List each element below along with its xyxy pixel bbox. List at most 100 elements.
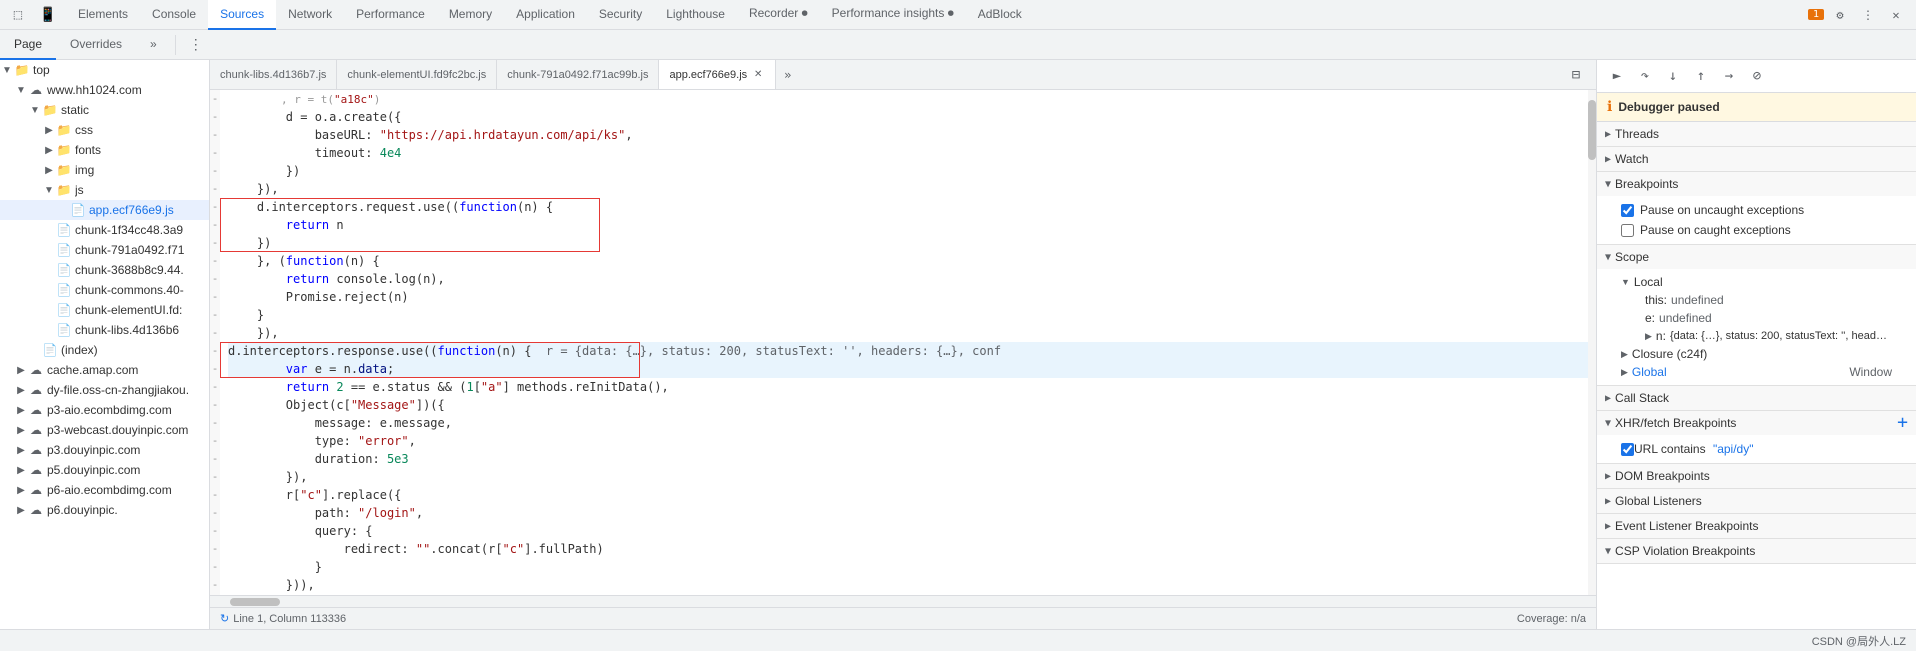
tree-item-img[interactable]: ▶ 📁 img [0,160,209,180]
sub-tab-overrides[interactable]: Overrides [56,30,136,60]
tree-item-www[interactable]: ▼ ☁ www.hh1024.com [0,80,209,100]
hscroll-bar[interactable] [210,595,1596,607]
tree-item-chunk3[interactable]: 📄 chunk-3688b8c9.44. [0,260,209,280]
more-icon[interactable]: ⋮ [1856,3,1880,27]
source-tab-elementui[interactable]: chunk-elementUI.fd9fc2bc.js [337,60,497,90]
scope-n-row[interactable]: ▶ n: {data: {…}, status: 200, statusText… [1637,327,1900,345]
tree-item-index[interactable]: 📄 (index) [0,340,209,360]
event-listener-header[interactable]: ▶ Event Listener Breakpoints [1597,514,1916,538]
pause-caught-checkbox[interactable] [1621,224,1634,237]
source-tab-app[interactable]: app.ecf766e9.js ✕ [659,60,776,90]
more-options-btn[interactable]: ⋮ [184,33,208,57]
xhr-item-row[interactable]: URL contains "api/dy" [1613,439,1900,459]
sub-tab-more[interactable]: » [136,30,171,60]
call-stack-header[interactable]: ▶ Call Stack [1597,386,1916,410]
tab-network[interactable]: Network [276,0,344,30]
tree-label-p6aio: p6-aio.ecombdimg.com [47,483,172,497]
tree-item-chunk6[interactable]: 📄 chunk-libs.4d136b6 [0,320,209,340]
tree-item-p3web[interactable]: ▶ ☁ p3-webcast.douyinpic.com [0,420,209,440]
tree-item-fonts[interactable]: ▶ 📁 fonts [0,140,209,160]
source-tab-close-app[interactable]: ✕ [751,68,765,82]
breakpoints-header[interactable]: ▼ Breakpoints [1597,172,1916,196]
step-into-btn[interactable]: ↓ [1661,64,1685,88]
tab-performance[interactable]: Performance [344,0,437,30]
code-line-17: return 2 == e.status && (1["a"] methods.… [228,378,1588,396]
pause-caught-row[interactable]: Pause on caught exceptions [1613,220,1900,240]
csp-violation-header[interactable]: ▼ CSP Violation Breakpoints [1597,539,1916,563]
threads-header[interactable]: ▶ Threads [1597,122,1916,146]
close-icon[interactable]: ✕ [1884,3,1908,27]
step-btn[interactable]: → [1717,64,1741,88]
breakpoints-section: ▼ Breakpoints Pause on uncaught exceptio… [1597,172,1916,245]
tree-item-p6aio[interactable]: ▶ ☁ p6-aio.ecombdimg.com [0,480,209,500]
tree-item-amap[interactable]: ▶ ☁ cache.amap.com [0,360,209,380]
sub-tab-page[interactable]: Page [0,30,56,60]
source-tab-libs[interactable]: chunk-libs.4d136b7.js [210,60,337,90]
local-scope-header[interactable]: ▼ Local [1613,273,1900,291]
code-line-11: return console.log(n), [228,270,1588,288]
xhr-url-checkbox[interactable] [1621,443,1634,456]
global-listeners-header[interactable]: ▶ Global Listeners [1597,489,1916,513]
code-content[interactable]: , r = t("a18c") d = o.a.create({ baseURL… [220,90,1596,595]
tree-item-p3aio[interactable]: ▶ ☁ p3-aio.ecombdimg.com [0,400,209,420]
tree-label-chunk5: chunk-elementUI.fd: [75,303,182,317]
code-line-24: path: "/login", [228,504,1588,522]
scope-n-val: {data: {…}, status: 200, statusText: '',… [1670,330,1892,342]
debugger-toolbar: ► ↷ ↓ ↑ → ⊘ [1597,60,1916,93]
tab-memory[interactable]: Memory [437,0,504,30]
code-editor[interactable]: - - - - - - - - - - - - - - - - - [210,90,1596,595]
xhr-add-btn[interactable]: + [1897,414,1908,432]
xhr-breakpoints-header[interactable]: ▼ XHR/fetch Breakpoints + [1597,411,1916,435]
hscroll-thumb[interactable] [230,598,280,606]
tree-item-dy[interactable]: ▶ ☁ dy-file.oss-cn-zhangjiakou. [0,380,209,400]
global-scope-header[interactable]: ▶ Global Window [1613,363,1900,381]
step-out-btn[interactable]: ↑ [1689,64,1713,88]
vscroll-thumb[interactable] [1588,100,1596,160]
tab-application[interactable]: Application [504,0,587,30]
tree-item-css[interactable]: ▶ 📁 css [0,120,209,140]
tree-item-chunk2[interactable]: 📄 chunk-791a0492.f71 [0,240,209,260]
tab-console[interactable]: Console [140,0,208,30]
threads-label: Threads [1615,127,1659,141]
tree-item-p6dou[interactable]: ▶ ☁ p6.douyinpic. [0,500,209,520]
scope-header[interactable]: ▼ Scope [1597,245,1916,269]
tab-perf-insights[interactable]: Performance insights ⏺ [820,0,966,30]
pause-caught-label: Pause on caught exceptions [1640,223,1791,237]
tab-lighthouse[interactable]: Lighthouse [654,0,737,30]
tab-recorder[interactable]: Recorder ⏺ [737,0,820,30]
tab-adblock[interactable]: AdBlock [966,0,1034,30]
call-stack-section: ▶ Call Stack [1597,386,1916,411]
split-editor-btn[interactable]: ⊟ [1564,63,1588,87]
tree-item-p3dou[interactable]: ▶ ☁ p3.douyinpic.com [0,440,209,460]
deactivate-btn[interactable]: ⊘ [1745,64,1769,88]
inspect-icon[interactable]: ⬚ [4,1,32,29]
source-tab-app-label: app.ecf766e9.js [669,69,747,81]
settings-icon[interactable]: ⚙ [1828,3,1852,27]
vscroll-track[interactable] [1588,90,1596,595]
tree-item-js[interactable]: ▼ 📁 js [0,180,209,200]
tab-security[interactable]: Security [587,0,654,30]
tab-elements[interactable]: Elements [66,0,140,30]
tree-item-chunk4[interactable]: 📄 chunk-commons.40- [0,280,209,300]
step-over-btn[interactable]: ↷ [1633,64,1657,88]
device-icon[interactable]: 📱 [34,1,62,29]
tree-item-p5dou[interactable]: ▶ ☁ p5.douyinpic.com [0,460,209,480]
tree-item-chunk5[interactable]: 📄 chunk-elementUI.fd: [0,300,209,320]
tree-label-fonts: fonts [75,143,101,157]
watch-header[interactable]: ▶ Watch [1597,147,1916,171]
tree-label-p3aio: p3-aio.ecombdimg.com [47,403,172,417]
global-scope-arrow: ▶ [1621,367,1628,378]
tree-item-top[interactable]: ▼ 📁 top [0,60,209,80]
tree-item-app-js[interactable]: 📄 app.ecf766e9.js [0,200,209,220]
source-tab-791[interactable]: chunk-791a0492.f71ac99b.js [497,60,659,90]
source-tab-more[interactable]: » [776,60,799,90]
scope-content: ▼ Local this: undefined e: undefined ▶ n… [1597,269,1916,385]
tree-item-chunk1[interactable]: 📄 chunk-1f34cc48.3a9 [0,220,209,240]
dom-breakpoints-header[interactable]: ▶ DOM Breakpoints [1597,464,1916,488]
pause-uncaught-row[interactable]: Pause on uncaught exceptions [1613,200,1900,220]
resume-btn[interactable]: ► [1605,64,1629,88]
tab-sources[interactable]: Sources [208,0,276,30]
closure-scope-header[interactable]: ▶ Closure (c24f) [1613,345,1900,363]
tree-item-static[interactable]: ▼ 📁 static [0,100,209,120]
pause-uncaught-checkbox[interactable] [1621,204,1634,217]
